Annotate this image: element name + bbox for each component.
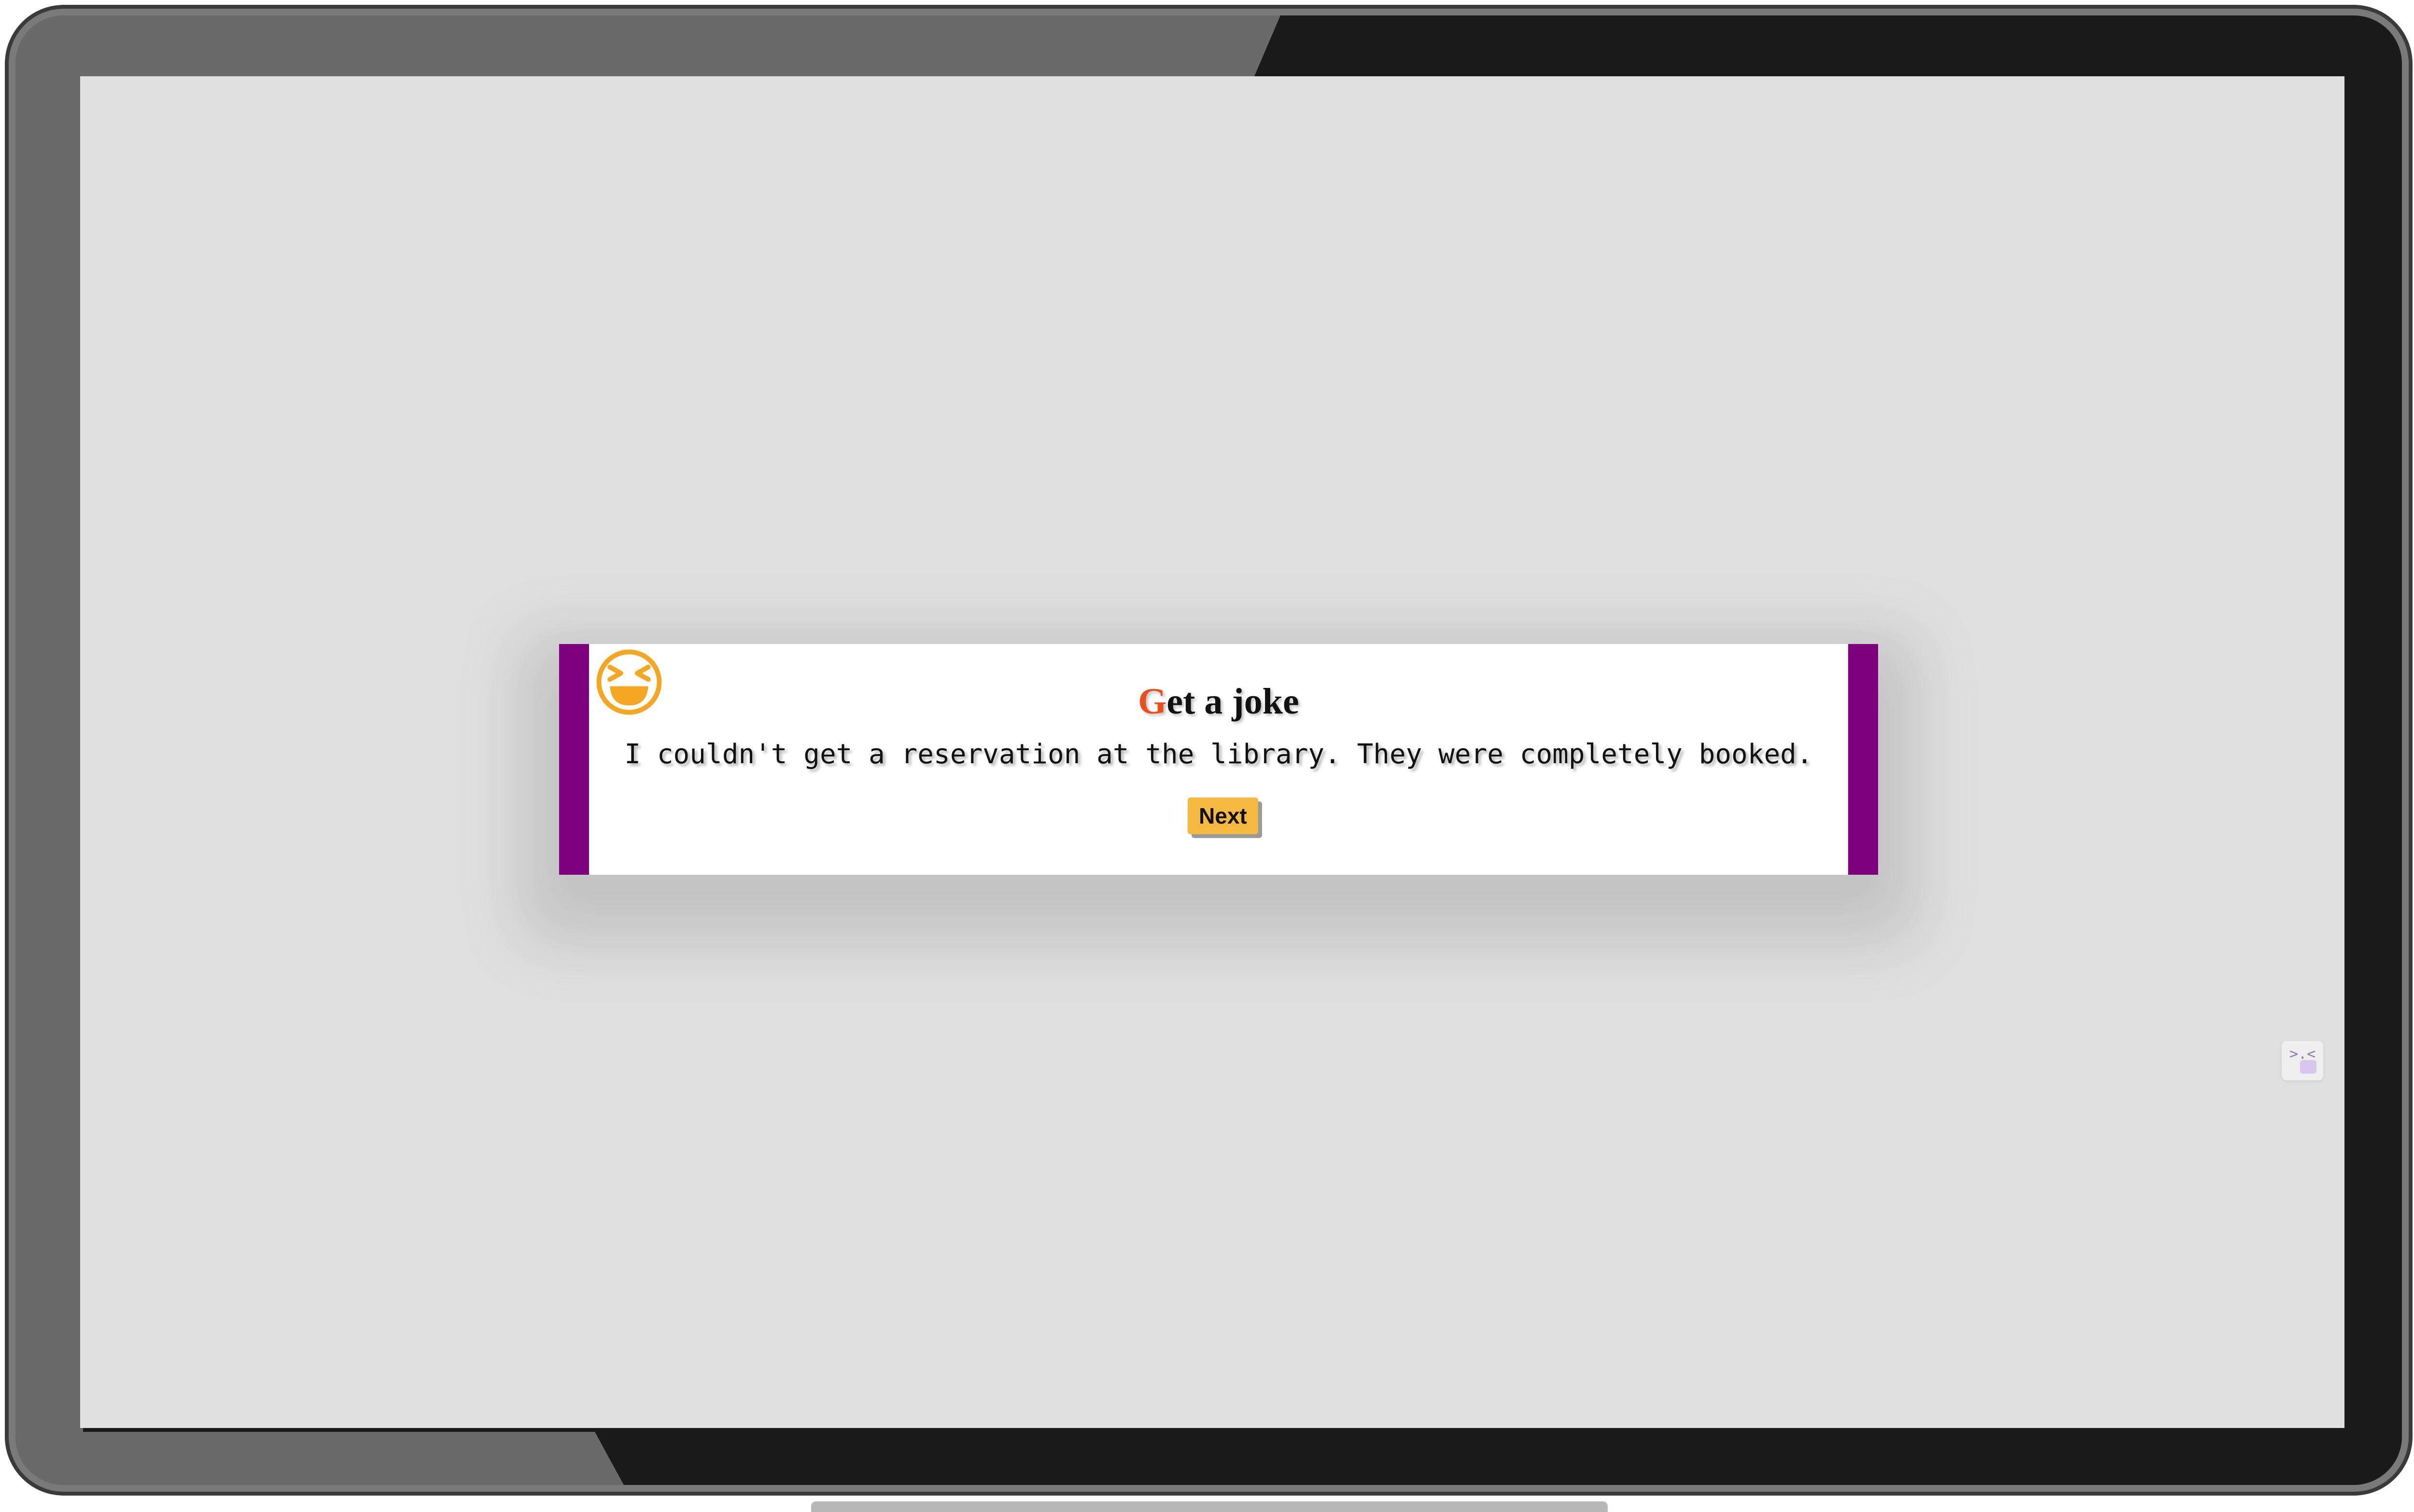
joke-text: I couldn't get a reservation at the libr… — [624, 739, 1813, 770]
floating-widget[interactable]: >.< — [2282, 1041, 2323, 1080]
joke-card: Get a joke I couldn't get a reservation … — [559, 644, 1878, 875]
title-rest: et a joke — [1166, 681, 1299, 722]
bezel-sheen-left — [15, 15, 83, 1485]
screen: Get a joke I couldn't get a reservation … — [80, 76, 2344, 1428]
bezel-sheen-bottom — [15, 1432, 624, 1485]
widget-corner — [2300, 1060, 2316, 1074]
bezel-sheen-top — [15, 15, 1280, 83]
page-title: Get a joke — [559, 681, 1878, 723]
next-button[interactable]: Next — [1188, 798, 1258, 834]
title-first-letter: G — [1138, 681, 1167, 722]
monitor-stand — [811, 1501, 1608, 1512]
